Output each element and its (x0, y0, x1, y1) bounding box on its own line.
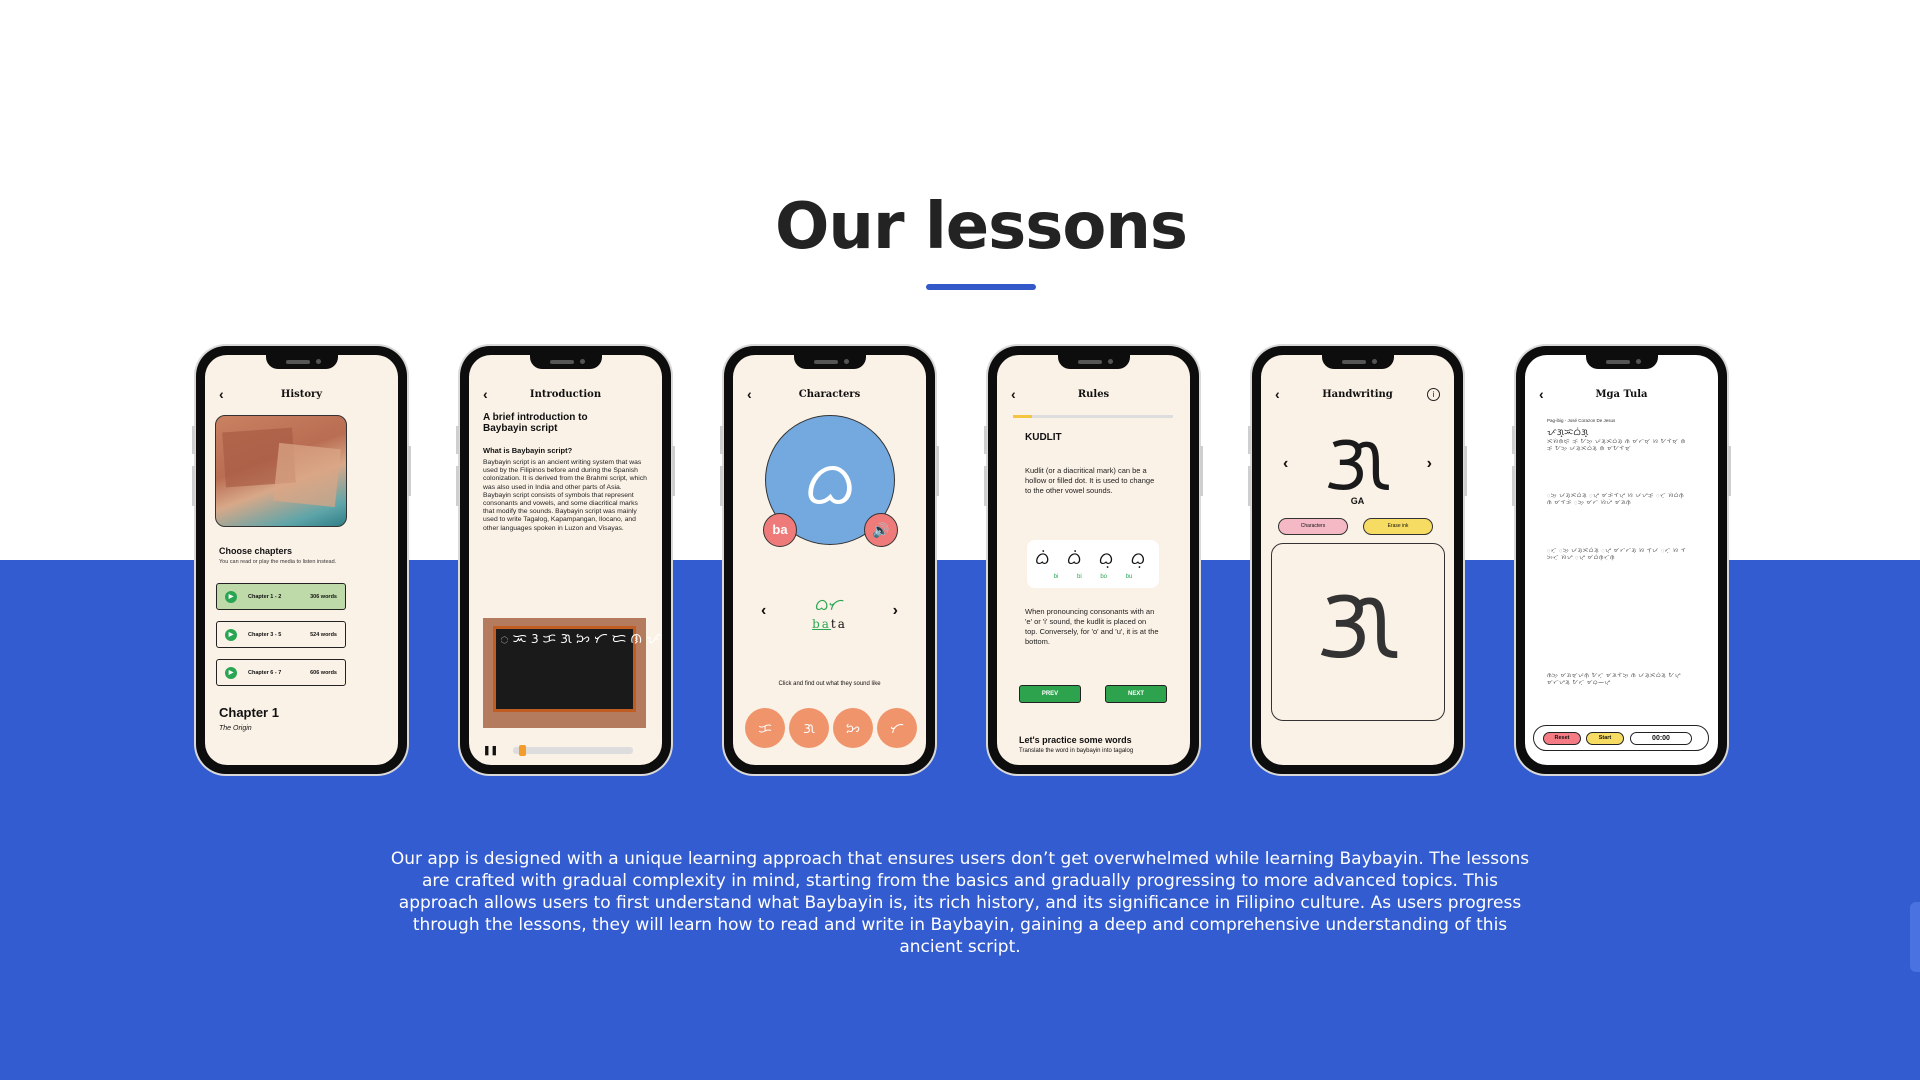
word-text: bata (733, 617, 926, 631)
notch (265, 355, 338, 369)
side-tab[interactable] (1910, 902, 1920, 972)
poem-stanza: ᜀᜅ᜔ ᜉᜄ᜔ᜁᜊᜒᜄ᜔ ᜀᜌ᜔ ᜋᜃᜒᜎᜌ᜔ ᜐ ᜉᜌᜃ᜔ ᜀᜆ᜔ ᜐᜒᜊᜒᜈ… (1547, 493, 1685, 506)
prev-button[interactable]: PREV (1019, 685, 1081, 703)
screen-rules: ‹ Rules KUDLIT Kudlit (or a diacritical … (997, 355, 1190, 765)
phone-handwriting: ‹ Handwriting i ᜄ ‹ › GA Characters Eras… (1248, 346, 1467, 774)
reset-button[interactable]: Reset (1543, 732, 1581, 745)
notch (793, 355, 866, 369)
chapter-words: 524 words (310, 632, 337, 638)
screen-handwriting: ‹ Handwriting i ᜄ ‹ › GA Characters Eras… (1261, 355, 1454, 765)
screen-characters: ‹ Characters ᜊ ba 🔊 ‹ › ᜊᜆ bata Click an… (733, 355, 926, 765)
word-glyph: ᜊᜆ (814, 597, 845, 614)
lesson-progress-bar (1013, 415, 1173, 418)
poem-stanza: ᜁᜐᜒᜈᜇ᜔ ᜃᜓ ᜀᜅ᜔ ᜉᜄ᜔ᜁᜊᜒᜄ᜔ ᜈ ᜋᜆᜋ᜔ ᜐ ᜀᜎᜒᜋ᜔ ᜈ … (1547, 439, 1686, 452)
notch (529, 355, 602, 369)
notch (1585, 355, 1658, 369)
rule-heading: KUDLIT (1025, 432, 1062, 443)
play-icon[interactable]: ▶ (225, 667, 237, 679)
drawn-glyph: ᜄ (1316, 565, 1400, 682)
chapter-name: Chapter 6 - 7 (248, 670, 282, 676)
characters-button[interactable]: Characters (1278, 518, 1348, 535)
start-button[interactable]: Start (1586, 732, 1624, 745)
chapter-words: 306 words (310, 594, 337, 600)
practice-subtitle: Translate the word in baybayin into taga… (1019, 748, 1134, 754)
next-button[interactable]: NEXT (1105, 685, 1167, 703)
play-icon[interactable]: ▶ (225, 591, 237, 603)
speaker-icon[interactable]: 🔊 (864, 513, 898, 547)
chapter-subtitle: The Origin (219, 725, 252, 732)
section-description: Our app is designed with a unique learni… (390, 849, 1530, 957)
kudlit-syllables: bi bi bo bu (1053, 574, 1133, 580)
choose-chapters-label: Choose chapters (219, 546, 293, 556)
character-orb[interactable]: ᜅ (833, 708, 873, 748)
title-underline (926, 284, 1036, 290)
chevron-right-icon[interactable]: › (1427, 455, 1432, 473)
screen-title: Introduction (529, 389, 602, 400)
poem-heading: ᜉᜄ᜔ᜁᜊᜒᜄ᜔ (1547, 427, 1589, 437)
drawing-pad[interactable]: ᜄ (1271, 543, 1445, 721)
word-highlight: ba (812, 617, 831, 631)
pause-icon[interactable]: ❚❚ (483, 745, 498, 756)
syllable-button[interactable]: ba (763, 513, 797, 547)
click-hint: Click and find out what they sound like (778, 681, 881, 687)
screen-tula: ‹ Mga Tula Pag-ibig - José Corazon De Je… (1525, 355, 1718, 765)
blackboard-glyphs: ᜀᜁᜂᜃᜄᜅᜆᜇᜈᜉᜊᜋᜌᜎᜏᜐᜑᜒᜓ (493, 626, 662, 712)
screen-history: ‹ History Choose chapters You can read o… (205, 355, 398, 765)
intro-heading: A brief introduction to Baybayin script (483, 412, 588, 434)
info-icon[interactable]: i (1427, 388, 1440, 401)
word-rest: ta (830, 617, 847, 631)
section-title: Our lessons (775, 190, 1188, 264)
chapter-words: 606 words (310, 670, 337, 676)
phone-tula: ‹ Mga Tula Pag-ibig - José Corazon De Je… (1512, 346, 1731, 774)
phone-history: ‹ History Choose chapters You can read o… (192, 346, 411, 774)
phone-characters: ‹ Characters ᜊ ba 🔊 ‹ › ᜊᜆ bata Click an… (720, 346, 939, 774)
screen-introduction: ‹ Introduction A brief introduction to B… (469, 355, 662, 765)
chapter-title: Chapter 1 (219, 705, 279, 720)
play-icon[interactable]: ▶ (225, 629, 237, 641)
progress-track[interactable] (513, 747, 633, 754)
screen-title: Handwriting (1322, 389, 1393, 400)
intro-question: What is Baybayin script? (483, 446, 573, 455)
chapter-name: Chapter 1 - 2 (248, 594, 282, 600)
phone-introduction: ‹ Introduction A brief introduction to B… (456, 346, 675, 774)
phone-rules: ‹ Rules KUDLIT Kudlit (or a diacritical … (984, 346, 1203, 774)
lesson-progress-fill (1013, 415, 1033, 418)
screen-title: History (280, 389, 323, 400)
progress-knob[interactable] (519, 745, 526, 756)
screen-title: Rules (1077, 389, 1110, 400)
poem-stanza: ᜈᜅ᜔ ᜋᜄᜋ᜔ᜉᜈ᜔ ᜀᜆ᜔ ᜋᜄᜎᜒᜅ᜔ ᜈ ᜉᜄ᜔ᜁᜊᜒᜄ᜔ ᜀᜌ᜔ ᜋᜆ… (1547, 673, 1681, 686)
character-orb[interactable]: ᜆ (877, 708, 917, 748)
erase-ink-button[interactable]: Erase ink (1363, 518, 1433, 535)
notch (1057, 355, 1130, 369)
chapter-item[interactable]: ▶ Chapter 3 - 5 524 words (216, 621, 346, 648)
chapters-hint: You can read or play the media to listen… (219, 559, 337, 565)
blackboard-image: ᜀᜁᜂᜃᜄᜅᜆᜇᜈᜉᜊᜋᜌᜎᜏᜐᜑᜒᜓ (483, 618, 662, 728)
character-glyph: ᜊ (804, 449, 856, 519)
chevron-left-icon[interactable]: ‹ (1283, 455, 1288, 473)
kudlit-glyphs: ᜊᜒ ᜊᜒ ᜊᜓ ᜊᜓ (1034, 549, 1152, 569)
chapter-name: Chapter 3 - 5 (248, 632, 282, 638)
chapter-item[interactable]: ▶ Chapter 6 - 7 606 words (216, 659, 346, 686)
history-artifact-image (215, 415, 347, 527)
character-orb[interactable]: ᜃ (745, 708, 785, 748)
media-player[interactable]: ❚❚ (483, 745, 653, 756)
glyph-label: GA (1350, 496, 1365, 506)
timer-display: 00:00 (1630, 732, 1692, 745)
poem-author: Pag-ibig - José Corazon De Jesus (1547, 418, 1616, 423)
chapter-item[interactable]: ▶ Chapter 1 - 2 306 words (216, 583, 346, 610)
kudlit-card: ᜊᜒ ᜊᜒ ᜊᜓ ᜊᜓ bi bi bo bu (1027, 540, 1159, 588)
recital-controls: Reset Start 00:00 (1533, 725, 1709, 751)
character-orb[interactable]: ᜄ (789, 708, 829, 748)
notch (1321, 355, 1394, 369)
intro-paragraph: Baybayin script is an ancient writing sy… (483, 459, 647, 532)
screen-title: Mga Tula (1595, 389, 1648, 400)
practice-heading: Let's practice some words (1019, 735, 1132, 745)
rule-text: Kudlit (or a diacritical mark) can be a … (1025, 466, 1155, 495)
poem-stanza: ᜀᜆ᜔ ᜀᜅ᜔ ᜉᜄ᜔ᜁᜊᜒᜄ᜔ ᜀᜌ᜔ ᜋᜆᜆᜄ᜔ ᜐ ᜎᜓᜉ ᜀᜆ᜔ ᜐ ᜎ… (1547, 548, 1687, 561)
screen-title: Characters (798, 389, 861, 400)
rule-text-2: When pronouncing consonants with an 'e' … (1025, 607, 1159, 646)
